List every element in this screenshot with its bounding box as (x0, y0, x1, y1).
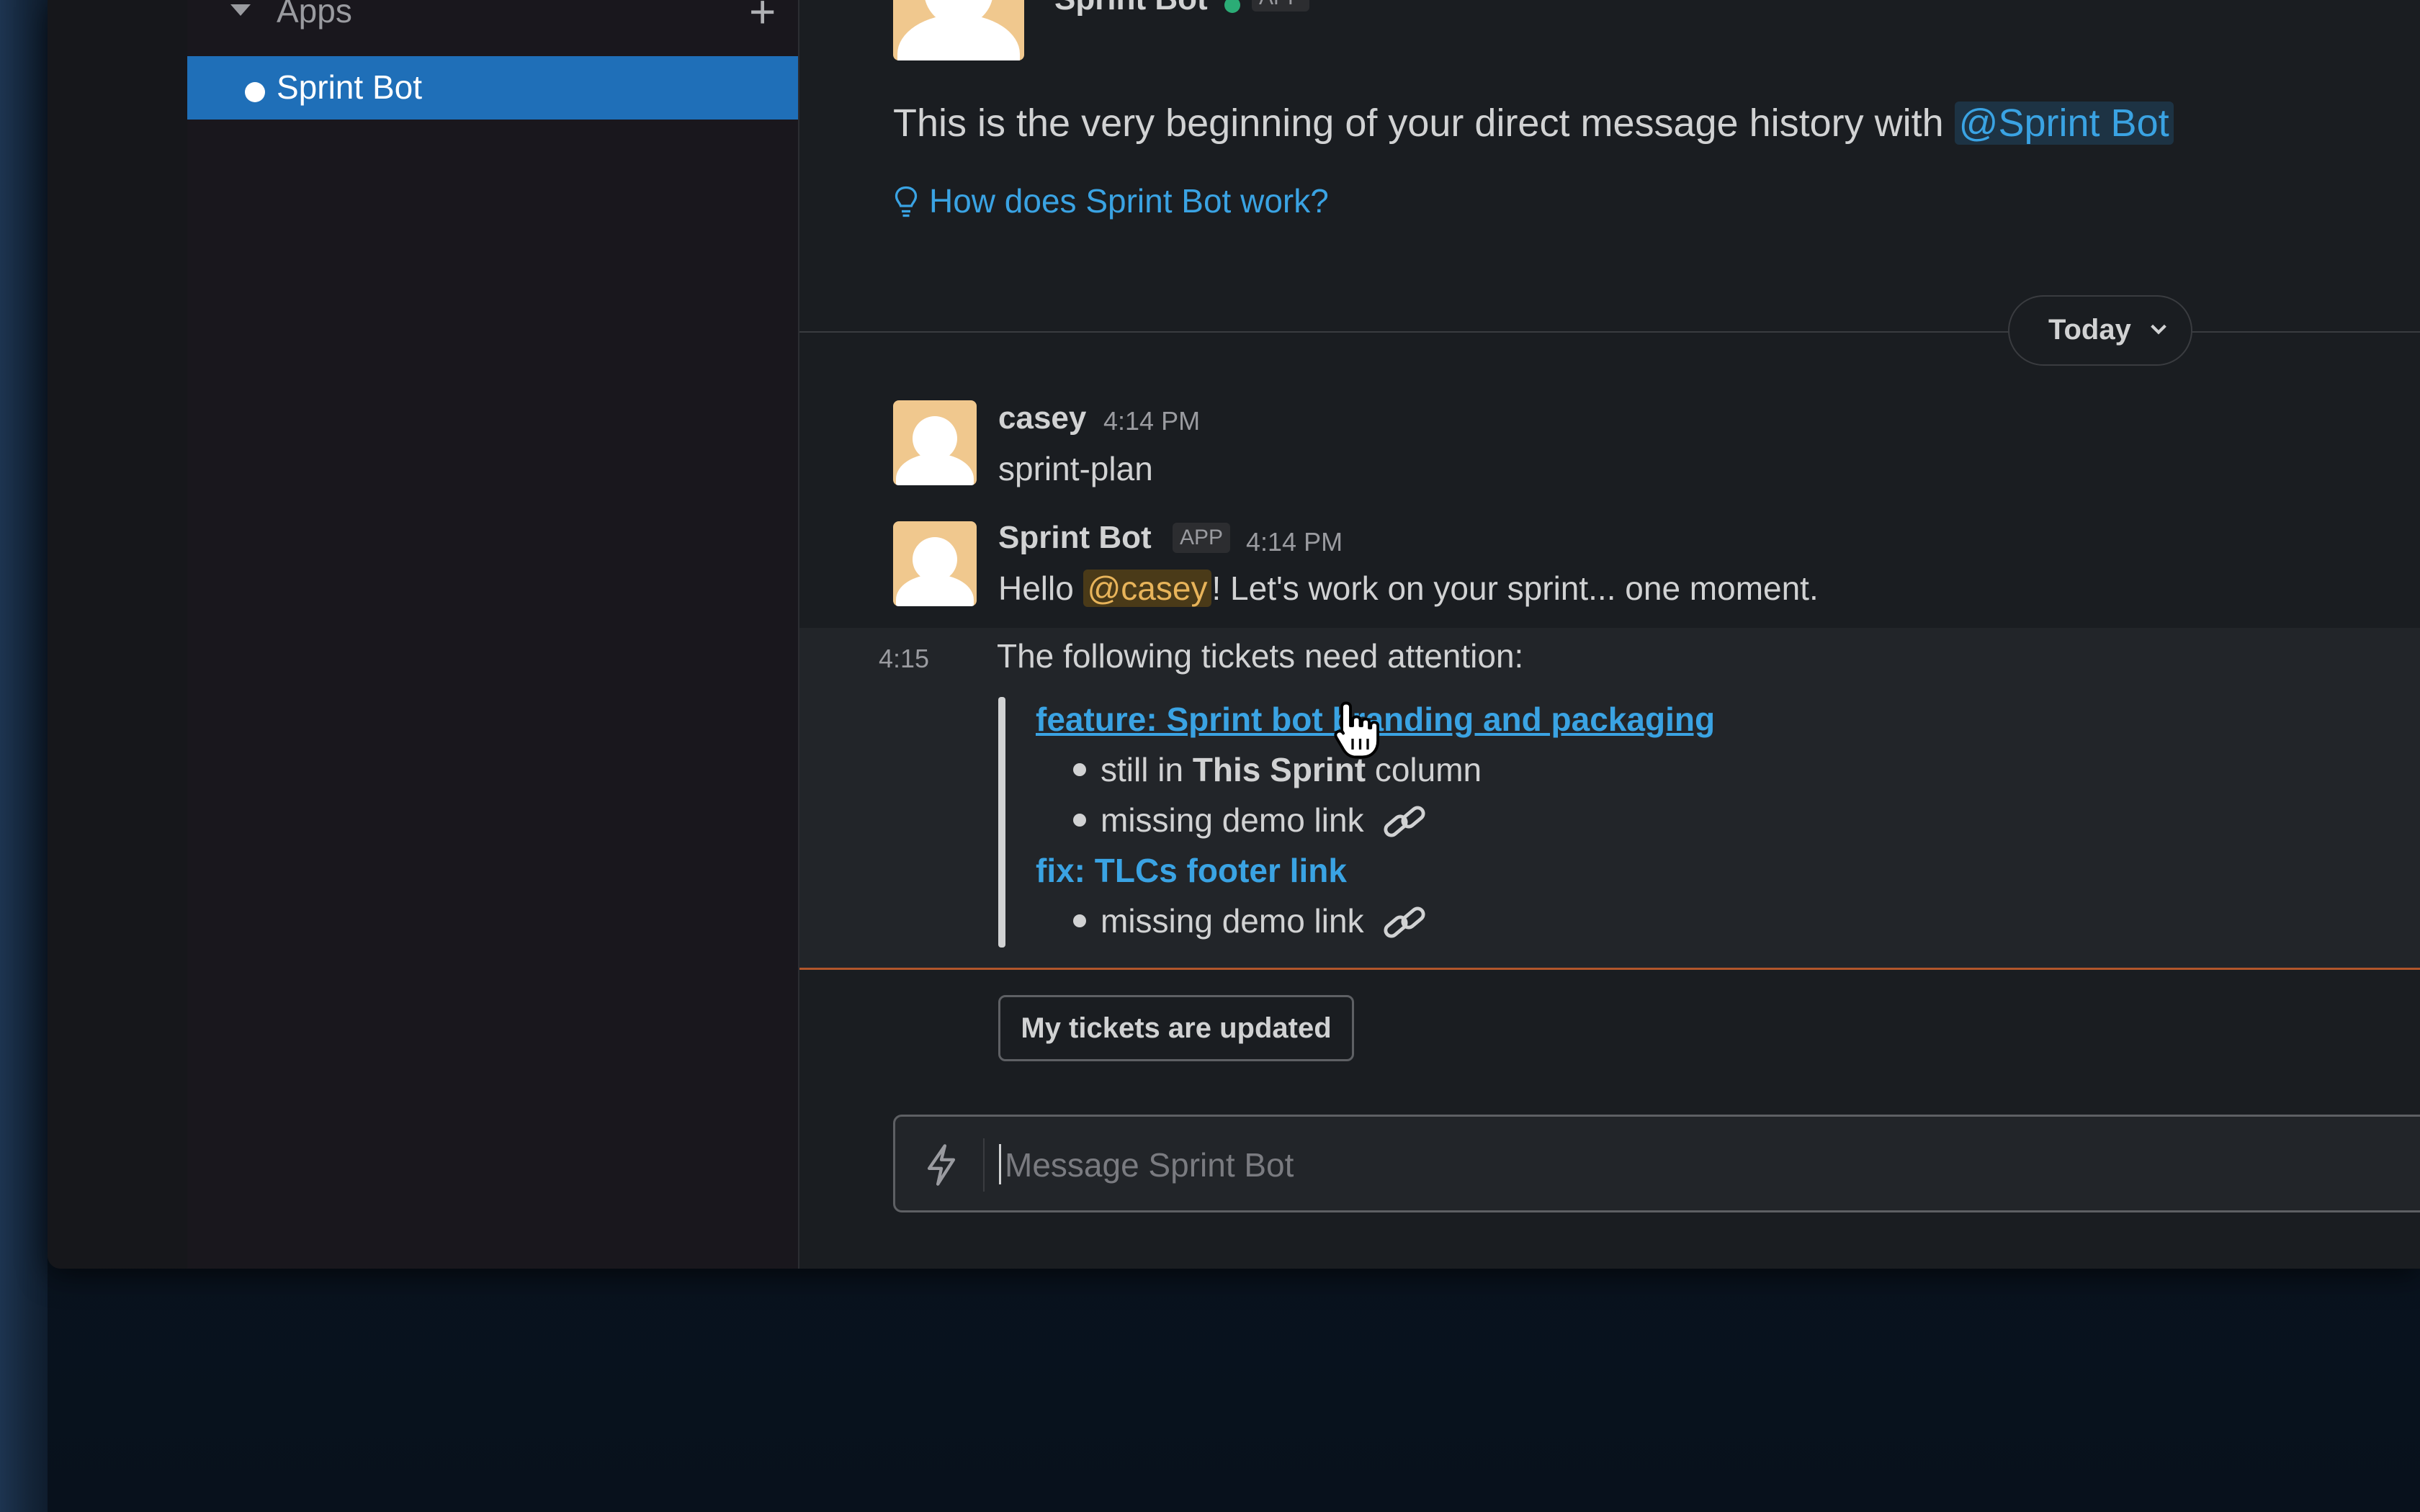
note-text: missing demo link (1101, 902, 1364, 940)
chevron-down-icon (2151, 324, 2166, 335)
presence-dot-icon (245, 82, 265, 102)
online-status-icon (1224, 0, 1240, 13)
note-text: missing demo link (1101, 801, 1364, 839)
add-app-icon[interactable]: + (749, 0, 776, 35)
ticket-note: still in This Sprint column (1073, 750, 1482, 789)
message-input[interactable] (1003, 1138, 2420, 1192)
shortcuts-bolt-icon[interactable] (923, 1144, 960, 1186)
ticket-note: missing demo link (1073, 901, 1429, 945)
dm-intro: This is the very beginning of your direc… (893, 101, 2174, 145)
message-text: sprint-plan (998, 450, 1153, 487)
bullet-icon (1073, 813, 1086, 827)
ticket-note: missing demo link (1073, 801, 1429, 845)
link-icon (1384, 806, 1425, 837)
bot-avatar-large[interactable] (893, 0, 1024, 60)
caret-down-icon[interactable] (230, 4, 251, 16)
avatar-body (897, 14, 1020, 60)
sidebar-item-sprint-bot[interactable]: Sprint Bot (187, 56, 798, 120)
bullet-icon (1073, 762, 1086, 776)
message-timestamp[interactable]: 4:14 PM (1103, 406, 1200, 436)
tickets-updated-button[interactable]: My tickets are updated (998, 995, 1354, 1061)
message-timestamp[interactable]: 4:14 PM (1246, 527, 1343, 557)
bot-profile-name[interactable]: Sprint Bot (1054, 0, 1208, 17)
bot-mention[interactable]: @Sprint Bot (1954, 102, 2174, 145)
message-author[interactable]: casey (998, 400, 1086, 436)
hand-pointer-cursor-icon (1334, 701, 1380, 759)
lightbulb-icon (895, 186, 918, 217)
desktop-background (0, 0, 48, 1512)
text-caret (999, 1144, 1001, 1184)
sidebar: Apps + Sprint Bot (187, 0, 799, 1269)
attachment-bar (998, 697, 1005, 948)
app-badge: APP (1173, 523, 1231, 553)
sidebar-item-label: Sprint Bot (277, 68, 422, 106)
avatar-body (896, 454, 974, 485)
user-avatar-casey[interactable] (893, 400, 977, 485)
user-mention[interactable]: @casey (1083, 570, 1212, 607)
avatar-body (896, 575, 974, 606)
message-text-before: Hello (998, 570, 1083, 607)
help-link-text: How does Sprint Bot work? (929, 182, 1329, 220)
dm-intro-text: This is the very beginning of your direc… (893, 102, 1955, 145)
message-author[interactable]: Sprint Bot (998, 520, 1152, 556)
conversation-pane: Sprint Bot APP This is the very beginnin… (799, 0, 2420, 1269)
bullet-icon (1073, 914, 1086, 927)
workspace-rail (48, 0, 189, 1269)
message-hovered[interactable]: 4:15 The following tickets need attentio… (799, 628, 2420, 968)
message-timestamp[interactable]: 4:15 (879, 644, 929, 674)
note-text: column (1366, 751, 1482, 788)
message-text-after: ! Let's work on your sprint... one momen… (1211, 570, 1819, 607)
note-text: still in (1101, 751, 1193, 788)
ticket-link[interactable]: fix: TLCs footer link (1036, 851, 1347, 890)
app-window: Apps + Sprint Bot Sprint Bot APP This is… (48, 0, 2420, 1269)
composer-separator (983, 1138, 985, 1192)
app-badge: APP (1252, 0, 1310, 12)
bot-avatar[interactable] (893, 521, 977, 606)
help-link[interactable]: How does Sprint Bot work? (893, 181, 1329, 223)
new-messages-divider (799, 968, 2420, 970)
link-icon (1384, 906, 1425, 938)
apps-section-header[interactable]: Apps + (187, 0, 798, 35)
apps-section-label: Apps (277, 0, 352, 30)
message-text: Hello @casey! Let's work on your sprint.… (998, 569, 1819, 608)
date-jump-button[interactable]: Today (2008, 295, 2192, 366)
date-divider-label: Today (2048, 314, 2131, 346)
message-text: The following tickets need attention: (997, 637, 1524, 675)
message-composer[interactable] (893, 1115, 2420, 1212)
